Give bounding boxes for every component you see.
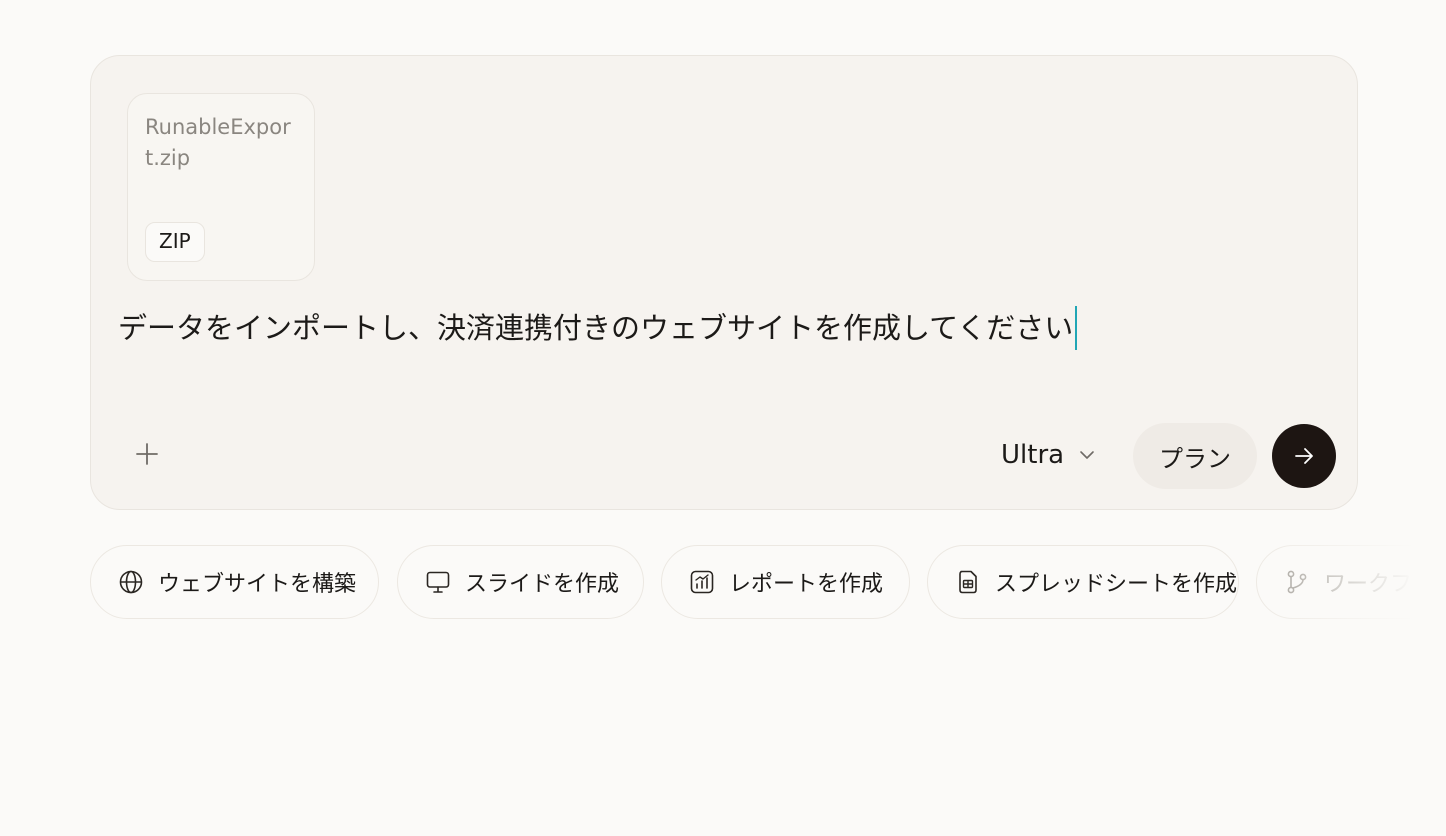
suggestion-workflow[interactable]: ワークフロー <box>1256 545 1446 619</box>
plus-icon <box>136 443 158 465</box>
suggestion-label: スライドを作成 <box>465 572 620 597</box>
send-button[interactable] <box>1272 424 1336 488</box>
suggestion-label: レポートを作成 <box>729 572 884 597</box>
plan-label: プラン <box>1159 444 1231 473</box>
spreadsheet-icon <box>955 569 981 595</box>
chart-report-icon <box>689 569 715 595</box>
suggestion-label: ワークフロー <box>1324 572 1446 597</box>
prompt-composer: RunableExport.zip ZIP データをインポートし、決済連携付きの… <box>90 55 1358 510</box>
model-selector[interactable]: Ultra <box>1001 428 1096 482</box>
arrow-right-icon <box>1295 448 1313 464</box>
suggestion-label: スプレッドシートを作成 <box>995 572 1238 597</box>
plan-button[interactable]: プラン <box>1133 423 1257 489</box>
add-attachment-button[interactable] <box>127 434 167 474</box>
suggestion-create-slides[interactable]: スライドを作成 <box>397 545 644 619</box>
suggestion-build-website[interactable]: ウェブサイトを構築 <box>90 545 379 619</box>
model-label: Ultra <box>1001 440 1065 470</box>
attachment-card[interactable]: RunableExport.zip ZIP <box>127 93 315 281</box>
globe-icon <box>118 569 144 595</box>
prompt-input[interactable]: データをインポートし、決済連携付きのウェブサイトを作成してください <box>118 306 1078 350</box>
attachment-file-name: RunableExport.zip <box>145 115 291 170</box>
attachment-type-badge: ZIP <box>145 222 205 262</box>
workflow-icon <box>1284 569 1310 595</box>
suggestion-label: ウェブサイトを構築 <box>158 572 357 597</box>
suggestion-create-report[interactable]: レポートを作成 <box>661 545 910 619</box>
prompt-text: データをインポートし、決済連携付きのウェブサイトを作成してください <box>118 311 1074 345</box>
suggestion-create-spreadsheet[interactable]: スプレッドシートを作成 <box>927 545 1239 619</box>
presentation-icon <box>425 569 451 595</box>
chevron-down-icon <box>1080 451 1094 459</box>
text-caret <box>1075 306 1078 350</box>
